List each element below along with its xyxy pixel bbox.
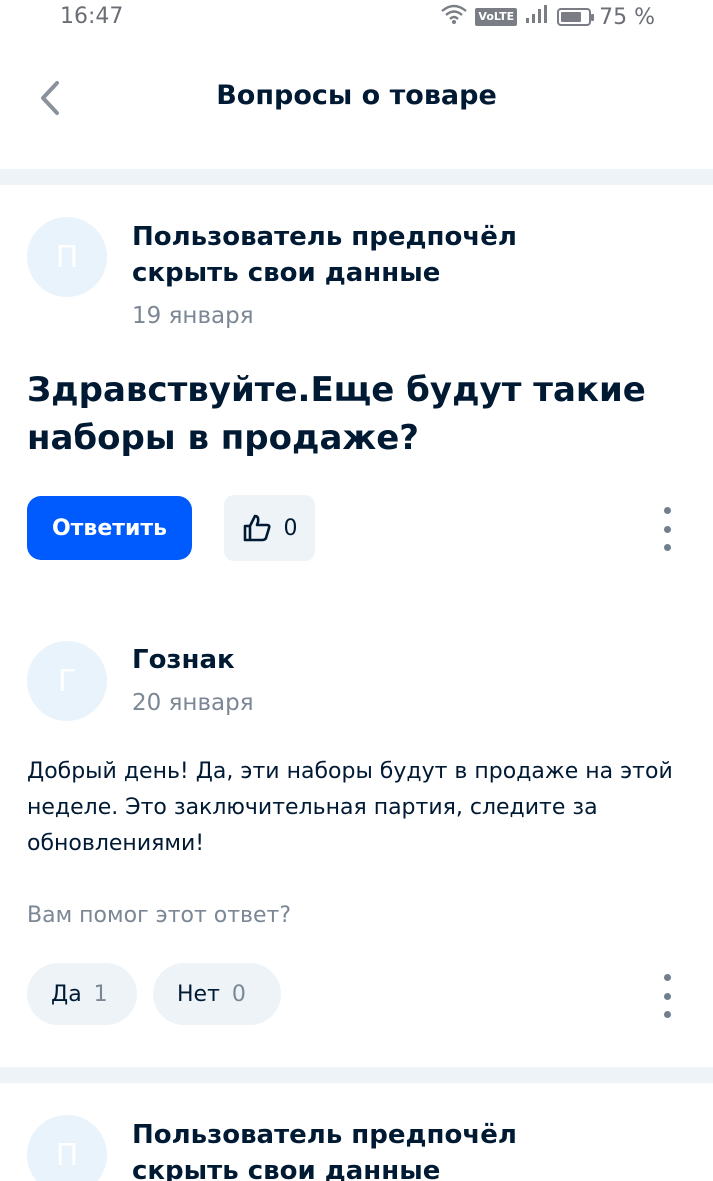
more-dot: [663, 1011, 671, 1018]
battery-percent: 75 %: [599, 4, 655, 30]
helpful-yes-button[interactable]: Да 1: [27, 963, 137, 1025]
question-author: Пользователь предпочёл скрыть свои данны…: [132, 1120, 517, 1181]
more-dot: [663, 992, 671, 1000]
like-count: 0: [283, 515, 298, 541]
question-author: Пользователь предпочёл скрыть свои данны…: [132, 222, 517, 288]
avatar: П: [27, 1115, 107, 1181]
page-title: Вопросы о товаре: [216, 80, 497, 111]
more-options-button[interactable]: [657, 507, 677, 551]
reply-button[interactable]: Ответить: [27, 496, 192, 560]
no-label: Нет: [177, 981, 220, 1007]
like-button[interactable]: 0: [224, 495, 315, 561]
section-divider: [0, 169, 713, 185]
thumbs-up-icon: [243, 514, 271, 542]
more-dot: [663, 974, 671, 981]
volte-badge: VoLTE: [475, 8, 518, 26]
yes-count: 1: [93, 981, 108, 1007]
status-icons: VoLTE 75 %: [441, 4, 655, 30]
helpful-no-button[interactable]: Нет 0: [153, 963, 281, 1025]
question-text: Здравствуйте.Еще будут такие наборы в пр…: [27, 370, 646, 458]
status-bar: 16:47 VoLTE 75 %: [0, 0, 713, 36]
section-divider: [0, 1067, 713, 1083]
answer-text: Добрый день! Да, эти наборы будут в прод…: [27, 759, 673, 856]
app-header: Вопросы о товаре: [0, 50, 713, 145]
answer-more-options-button[interactable]: [657, 974, 677, 1018]
signal-icon: [525, 4, 549, 30]
wifi-icon: [441, 4, 468, 30]
more-dot: [663, 525, 671, 533]
more-dot: [663, 507, 671, 514]
avatar: П: [27, 217, 107, 297]
no-count: 0: [231, 981, 246, 1007]
helpful-question: Вам помог этот ответ?: [27, 903, 292, 928]
status-time: 16:47: [60, 4, 124, 29]
answer-date: 20 января: [132, 690, 254, 716]
answer-avatar: Г: [27, 641, 107, 721]
battery-fill: [561, 12, 581, 22]
answer-author: Гознак: [132, 645, 235, 675]
question-date: 19 января: [132, 303, 254, 329]
battery-icon: [557, 8, 595, 26]
more-dot: [663, 544, 671, 551]
yes-label: Да: [51, 981, 82, 1007]
